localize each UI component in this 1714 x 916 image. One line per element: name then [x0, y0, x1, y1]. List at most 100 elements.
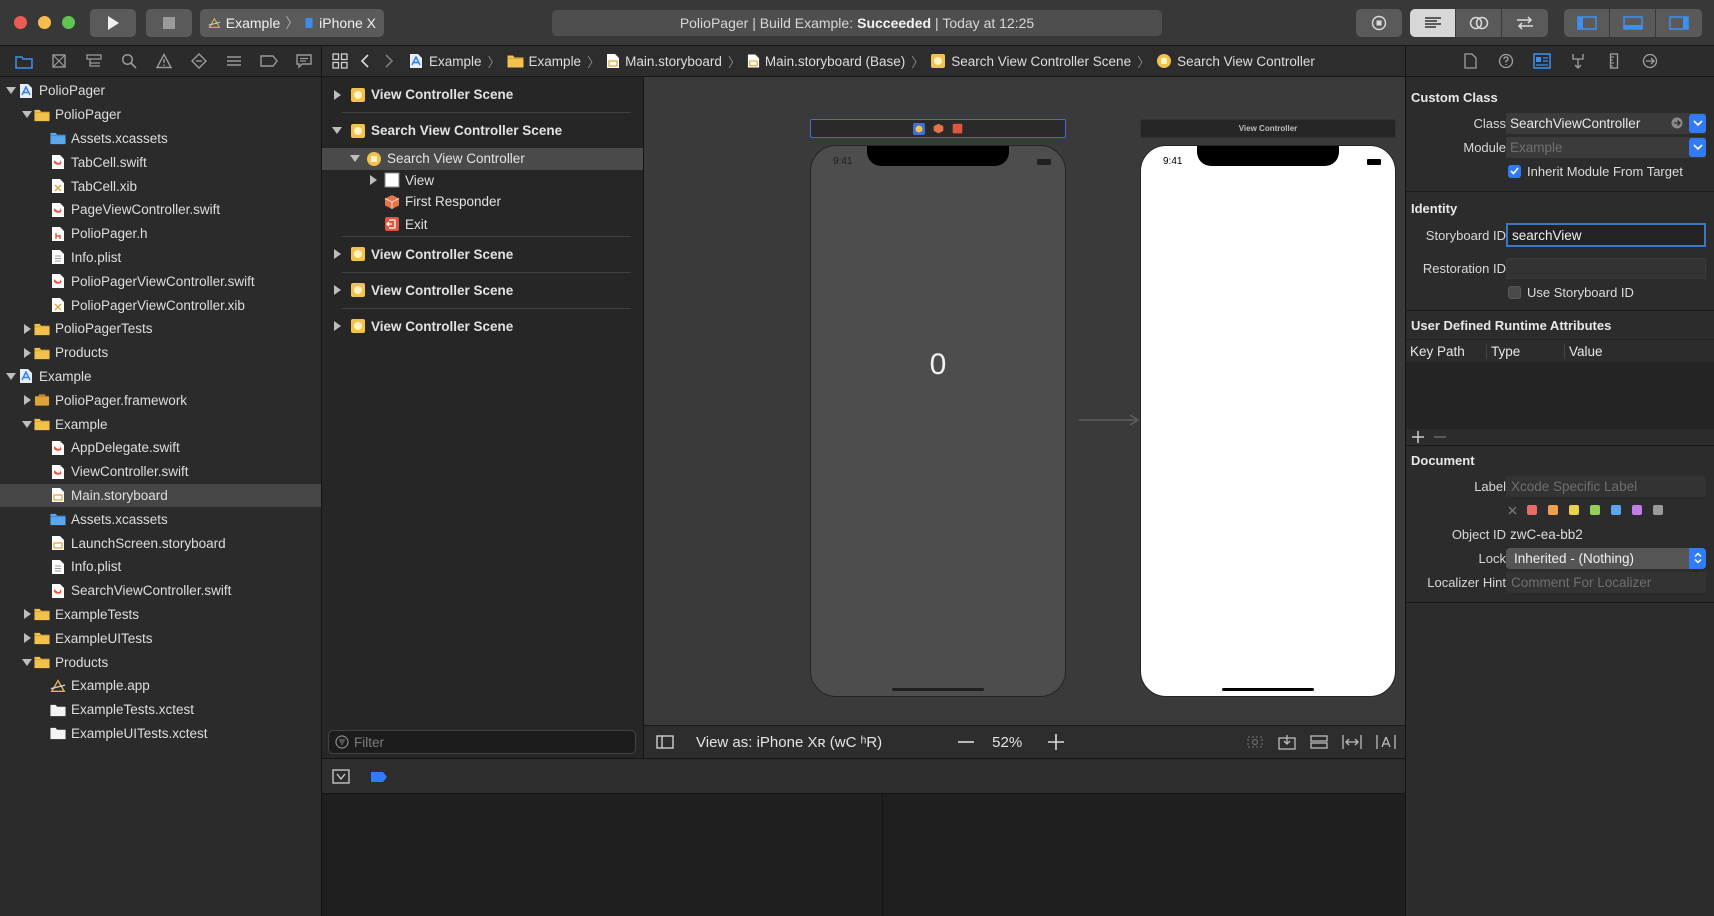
zoom-out-button[interactable] — [958, 741, 975, 743]
breakpoints-toggle-button[interactable] — [370, 771, 388, 783]
align-icon[interactable] — [1341, 734, 1363, 750]
file-tree-item[interactable]: PolioPagerViewController.xib — [0, 293, 321, 317]
breadcrumb-item[interactable]: Search View Controller — [1156, 53, 1315, 69]
storyboard-canvas[interactable]: 9:41 0 View Controller 9:41 — [644, 77, 1405, 725]
use-storyboard-id-checkbox[interactable] — [1508, 285, 1521, 299]
file-tree-item[interactable]: Products — [0, 650, 321, 674]
file-tree-item[interactable]: PolioPager.framework — [0, 388, 321, 412]
file-tree-item[interactable]: PageViewController.swift — [0, 198, 321, 222]
file-tree-item[interactable]: PolioPagerViewController.swift — [0, 269, 321, 293]
counter-label[interactable]: 0 — [811, 348, 1065, 382]
file-tree-item[interactable]: ViewController.swift — [0, 460, 321, 484]
debug-navigator-tab[interactable] — [216, 46, 251, 77]
file-tree-item[interactable]: ExampleUITests — [0, 626, 321, 650]
forward-button[interactable] — [384, 53, 394, 69]
module-combo[interactable]: Example — [1506, 136, 1706, 158]
zoom-window-button[interactable] — [62, 16, 75, 29]
class-dropdown-button[interactable] — [1689, 113, 1706, 133]
disclosure-closed-icon[interactable] — [20, 633, 34, 644]
outline-scene-row[interactable]: View Controller Scene — [322, 237, 643, 272]
file-tree-item[interactable]: Assets.xcassets — [0, 127, 321, 151]
disclosure-open-icon[interactable] — [20, 420, 34, 429]
file-tree-item[interactable]: Products — [0, 341, 321, 365]
breadcrumb-item[interactable]: Search View Controller Scene — [930, 53, 1131, 69]
disclosure-closed-icon[interactable] — [20, 609, 34, 620]
file-inspector-tab[interactable] — [1452, 46, 1488, 77]
stack-view-icon[interactable] — [1309, 734, 1329, 750]
lock-popup[interactable]: Inherited - (Nothing) — [1506, 547, 1706, 569]
color-swatch[interactable] — [1632, 505, 1642, 515]
view-controller-phone[interactable]: 9:41 — [1140, 145, 1396, 697]
variables-view[interactable] — [322, 794, 883, 916]
view-as-button[interactable]: View as: iPhone Xʀ (ᴡC ʰR) — [696, 734, 882, 751]
connections-inspector-tab[interactable] — [1632, 46, 1668, 77]
outline-scene-row[interactable]: View Controller Scene — [322, 309, 643, 344]
search-view-controller-phone[interactable]: 9:41 0 — [810, 145, 1066, 697]
assistant-editor-button[interactable] — [1456, 9, 1502, 37]
project-navigator-tab[interactable] — [6, 46, 41, 77]
file-tree-item[interactable]: TabCell.xib — [0, 174, 321, 198]
disclosure-closed-icon[interactable] — [20, 395, 34, 406]
breakpoint-navigator-tab[interactable] — [251, 46, 286, 77]
disclosure-open-icon[interactable] — [348, 154, 362, 163]
disclosure-open-icon[interactable] — [4, 372, 18, 381]
quick-help-tab[interactable] — [1488, 46, 1524, 77]
stop-button[interactable] — [146, 9, 192, 37]
remove-attribute-button[interactable] — [1434, 436, 1446, 438]
back-button[interactable] — [360, 53, 370, 69]
hide-debug-area-button[interactable] — [332, 769, 350, 784]
file-tree-item[interactable]: AppDelegate.swift — [0, 436, 321, 460]
disclosure-open-icon[interactable] — [20, 110, 34, 119]
scene-dock-selected[interactable] — [810, 119, 1066, 138]
outline-scene-row[interactable]: Search View Controller Scene — [322, 113, 643, 148]
disclosure-open-icon[interactable] — [20, 658, 34, 667]
source-control-navigator-tab[interactable] — [41, 46, 76, 77]
file-tree-item[interactable]: PolioPager — [0, 103, 321, 127]
breadcrumb-item[interactable]: Main.storyboard — [606, 53, 722, 69]
restoration-id-field[interactable] — [1506, 257, 1706, 279]
file-tree-item[interactable]: Info.plist — [0, 555, 321, 579]
update-frames-icon[interactable] — [1245, 734, 1265, 750]
toggle-inspector-button[interactable] — [1656, 9, 1702, 37]
file-tree-item[interactable]: ExampleTests — [0, 603, 321, 627]
file-tree-item[interactable]: Main.storyboard — [0, 483, 321, 508]
class-combo[interactable]: SearchViewController — [1506, 112, 1706, 134]
run-button[interactable] — [90, 9, 136, 37]
localizer-hint-field[interactable]: Comment For Localizer — [1506, 571, 1706, 593]
outline-exit-row[interactable]: Exit — [322, 213, 643, 236]
outline-filter-field[interactable]: Filter — [328, 730, 636, 754]
disclosure-closed-icon[interactable] — [330, 89, 344, 100]
file-tree-item[interactable]: SearchViewController.swift — [0, 579, 321, 603]
identity-inspector-tab[interactable] — [1524, 46, 1560, 77]
library-button-face[interactable] — [1356, 9, 1402, 37]
disclosure-open-icon[interactable] — [4, 86, 18, 95]
toggle-navigator-button[interactable] — [1564, 9, 1610, 37]
file-tree-item[interactable]: Example — [0, 365, 321, 389]
disclosure-closed-icon[interactable] — [20, 347, 34, 358]
color-swatch[interactable] — [1548, 505, 1558, 515]
value-column[interactable]: Value — [1564, 343, 1603, 359]
view-controller-icon[interactable] — [913, 122, 925, 135]
report-navigator-tab[interactable] — [286, 46, 321, 77]
size-inspector-tab[interactable] — [1596, 46, 1632, 77]
add-constraints-icon[interactable] — [1375, 734, 1397, 750]
file-tree-item[interactable]: PolioPager — [0, 79, 321, 103]
outline-first-responder-row[interactable]: First Responder — [322, 191, 643, 213]
library-button[interactable] — [1356, 9, 1402, 37]
disclosure-closed-icon[interactable] — [20, 323, 34, 334]
find-navigator-tab[interactable] — [111, 46, 146, 77]
color-swatch[interactable] — [1653, 505, 1663, 515]
type-column[interactable]: Type — [1486, 343, 1564, 359]
embed-in-icon[interactable] — [1277, 734, 1297, 750]
color-swatch[interactable] — [1590, 505, 1600, 515]
file-tree-item[interactable]: ExampleUITests.xctest — [0, 722, 321, 746]
breadcrumb-item[interactable]: Example — [507, 54, 581, 69]
toggle-debug-area-button[interactable] — [1610, 9, 1656, 37]
file-tree-item[interactable]: Info.plist — [0, 246, 321, 270]
file-tree-item[interactable]: ExampleTests.xctest — [0, 698, 321, 722]
lock-stepper[interactable] — [1689, 547, 1706, 569]
outline-view-row[interactable]: View — [322, 170, 643, 192]
color-swatch[interactable] — [1569, 505, 1579, 515]
outline-scene-row[interactable]: View Controller Scene — [322, 273, 643, 308]
minimize-window-button[interactable] — [38, 16, 51, 29]
